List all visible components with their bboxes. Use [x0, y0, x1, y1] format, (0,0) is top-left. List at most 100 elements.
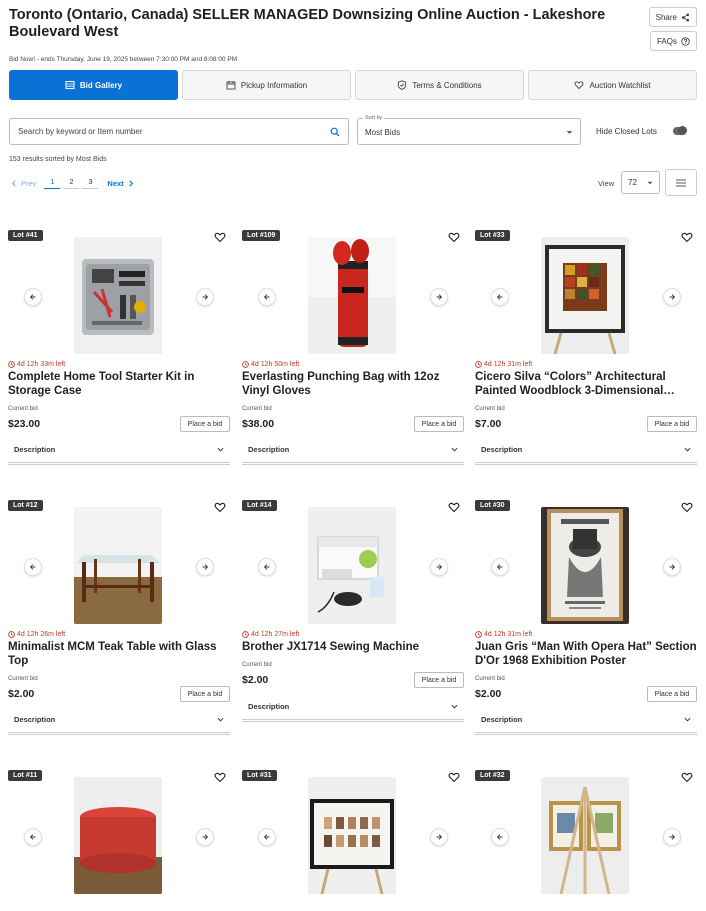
prev-photo-button[interactable] — [24, 288, 42, 306]
lot-photo[interactable] — [74, 507, 162, 624]
next-photo-button[interactable] — [430, 288, 448, 306]
description-toggle[interactable]: Description — [242, 694, 464, 722]
lot-number-badge: Lot #11 — [8, 770, 43, 781]
watch-heart-icon[interactable] — [214, 231, 226, 243]
arrow-right-icon — [202, 294, 209, 300]
tab-terms-conditions[interactable]: Terms & Conditions — [355, 70, 524, 100]
lot-photo[interactable] — [541, 507, 629, 624]
current-bid-label: Current bid — [475, 406, 505, 412]
next-page-button[interactable]: Next — [107, 179, 133, 188]
arrow-right-icon — [436, 564, 443, 570]
prev-photo-button[interactable] — [491, 828, 509, 846]
place-bid-button[interactable]: Place a bid — [180, 686, 230, 702]
search-input[interactable] — [18, 127, 330, 136]
place-bid-button[interactable]: Place a bid — [414, 672, 464, 688]
view-count-select[interactable]: 72 — [621, 171, 660, 194]
time-left: 4d 12h 27m left — [242, 631, 299, 638]
help-icon — [681, 36, 690, 46]
sort-value: Most Bids — [365, 128, 401, 137]
next-photo-button[interactable] — [196, 558, 214, 576]
watch-heart-icon[interactable] — [214, 771, 226, 783]
next-photo-button[interactable] — [196, 288, 214, 306]
next-photo-button[interactable] — [663, 288, 681, 306]
caret-down-icon — [647, 181, 653, 185]
tab-bid-gallery[interactable]: Bid Gallery — [9, 70, 178, 100]
watch-heart-icon[interactable] — [448, 771, 460, 783]
lot-photo[interactable] — [74, 777, 162, 894]
faqs-button[interactable]: FAQs — [649, 31, 697, 51]
time-left-text: 4d 12h 31m left — [484, 631, 533, 638]
prev-photo-button[interactable] — [24, 558, 42, 576]
share-button[interactable]: Share — [648, 7, 697, 27]
arrow-left-icon — [263, 564, 270, 570]
lot-title[interactable]: Minimalist MCM Teak Table with Glass Top — [8, 641, 230, 668]
description-label: Description — [14, 445, 56, 454]
watch-heart-icon[interactable] — [681, 501, 693, 513]
gallery-icon — [65, 81, 75, 89]
page-link-2[interactable]: 2 — [63, 177, 80, 189]
description-toggle[interactable]: Description — [475, 707, 697, 735]
watch-heart-icon[interactable] — [448, 231, 460, 243]
prev-photo-button[interactable] — [258, 288, 276, 306]
arrow-right-icon — [436, 834, 443, 840]
description-toggle[interactable]: Description — [8, 707, 230, 735]
next-photo-button[interactable] — [663, 828, 681, 846]
sort-select[interactable]: Sort by Most Bids — [357, 115, 581, 145]
arrow-left-icon — [496, 564, 503, 570]
watch-heart-icon[interactable] — [681, 771, 693, 783]
lot-photo[interactable] — [308, 237, 396, 354]
clock-icon — [8, 361, 15, 368]
lot-photo[interactable] — [541, 777, 629, 894]
tab-auction-watchlist[interactable]: Auction Watchlist — [528, 70, 697, 100]
current-bid-label: Current bid — [8, 406, 38, 412]
place-bid-button[interactable]: Place a bid — [180, 416, 230, 432]
lot-number-badge: Lot #31 — [242, 770, 277, 781]
sort-label: Sort by — [363, 115, 385, 121]
arrow-left-icon — [496, 834, 503, 840]
description-toggle[interactable]: Description — [8, 437, 230, 465]
next-photo-button[interactable] — [663, 558, 681, 576]
description-label: Description — [481, 445, 523, 454]
prev-page-button[interactable]: Prev — [11, 179, 36, 188]
watch-heart-icon[interactable] — [448, 501, 460, 513]
page-link-3[interactable]: 3 — [82, 177, 99, 189]
lot-title[interactable]: Juan Gris “Man With Opera Hat” Section D… — [475, 641, 697, 668]
lot-photo[interactable] — [541, 237, 629, 354]
lot-photo[interactable] — [308, 777, 396, 894]
prev-photo-button[interactable] — [491, 288, 509, 306]
lot-photo[interactable] — [308, 507, 396, 624]
place-bid-button[interactable]: Place a bid — [647, 686, 697, 702]
prev-photo-button[interactable] — [24, 828, 42, 846]
next-photo-button[interactable] — [430, 828, 448, 846]
lot-photo[interactable] — [74, 237, 162, 354]
page-link-1[interactable]: 1 — [44, 177, 61, 189]
tab-pickup-information[interactable]: Pickup Information — [182, 70, 351, 100]
lot-title[interactable]: Brother JX1714 Sewing Machine — [242, 641, 464, 655]
place-bid-button[interactable]: Place a bid — [647, 416, 697, 432]
lot-title[interactable]: Cicero Silva “Colors” Architectural Pain… — [475, 371, 697, 398]
description-toggle[interactable]: Description — [475, 437, 697, 465]
prev-photo-button[interactable] — [258, 558, 276, 576]
arrow-left-icon — [263, 294, 270, 300]
pagination: Prev 1 2 3 Next — [11, 177, 134, 189]
prev-photo-button[interactable] — [491, 558, 509, 576]
description-toggle[interactable]: Description — [242, 437, 464, 465]
calendar-icon — [226, 81, 236, 90]
place-bid-button[interactable]: Place a bid — [414, 416, 464, 432]
hide-closed-toggle[interactable] — [673, 126, 687, 135]
search-icon[interactable] — [330, 127, 340, 137]
list-view-button[interactable] — [665, 169, 697, 196]
tab-label: Bid Gallery — [79, 80, 123, 90]
next-photo-button[interactable] — [196, 828, 214, 846]
list-icon — [676, 179, 686, 186]
time-left: 4d 12h 33m left — [8, 361, 65, 368]
next-photo-button[interactable] — [430, 558, 448, 576]
watch-heart-icon[interactable] — [681, 231, 693, 243]
watch-heart-icon[interactable] — [214, 501, 226, 513]
arrow-left-icon — [29, 564, 36, 570]
prev-photo-button[interactable] — [258, 828, 276, 846]
lot-title[interactable]: Everlasting Punching Bag with 12oz Vinyl… — [242, 371, 464, 398]
chevron-left-icon — [11, 180, 16, 186]
chevron-down-icon — [684, 717, 691, 722]
lot-title[interactable]: Complete Home Tool Starter Kit in Storag… — [8, 371, 230, 398]
